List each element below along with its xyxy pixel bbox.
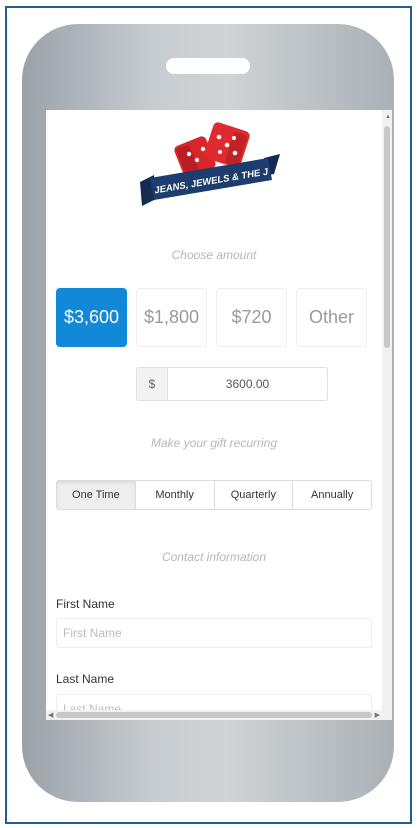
scroll-left-arrow-icon[interactable]: ◀	[48, 711, 53, 719]
first-name-label: First Name	[56, 597, 115, 611]
last-name-label: Last Name	[56, 672, 115, 686]
recurring-heading: Make your gift recurring	[150, 436, 278, 450]
currency-symbol: $	[136, 367, 168, 401]
vertical-scroll-thumb[interactable]	[384, 126, 390, 348]
amount-option-1800[interactable]: $1,800	[136, 288, 207, 347]
event-logo: JEANS, JEWELS & THE J	[140, 122, 280, 206]
choose-amount-heading: Choose amount	[171, 248, 257, 262]
vertical-scrollbar[interactable]: ▲	[382, 110, 392, 710]
scroll-right-arrow-icon[interactable]: ▶	[375, 711, 380, 719]
frequency-quarterly[interactable]: Quarterly	[214, 481, 294, 509]
phone-speaker	[166, 58, 250, 74]
amount-option-3600[interactable]: $3,600	[56, 288, 127, 347]
frequency-annually[interactable]: Annually	[293, 481, 371, 509]
frequency-monthly[interactable]: Monthly	[135, 481, 215, 509]
horizontal-scroll-thumb[interactable]	[56, 712, 372, 718]
amount-options: $3,600 $1,800 $720 Other	[56, 288, 367, 347]
amount-input[interactable]	[168, 367, 328, 401]
horizontal-scrollbar[interactable]: ◀ ▶	[46, 710, 392, 720]
first-name-field[interactable]	[56, 618, 372, 648]
amount-option-720[interactable]: $720	[216, 288, 287, 347]
phone-screen: JEANS, JEWELS & THE J Choose amount $3,6…	[46, 110, 392, 720]
amount-option-other[interactable]: Other	[296, 288, 367, 347]
contact-heading: Contact information	[161, 550, 267, 564]
frequency-selector: One Time Monthly Quarterly Annually	[56, 480, 372, 510]
amount-input-group: $	[136, 367, 328, 401]
scroll-up-arrow-icon[interactable]: ▲	[385, 114, 391, 120]
frequency-one-time[interactable]: One Time	[57, 481, 136, 509]
